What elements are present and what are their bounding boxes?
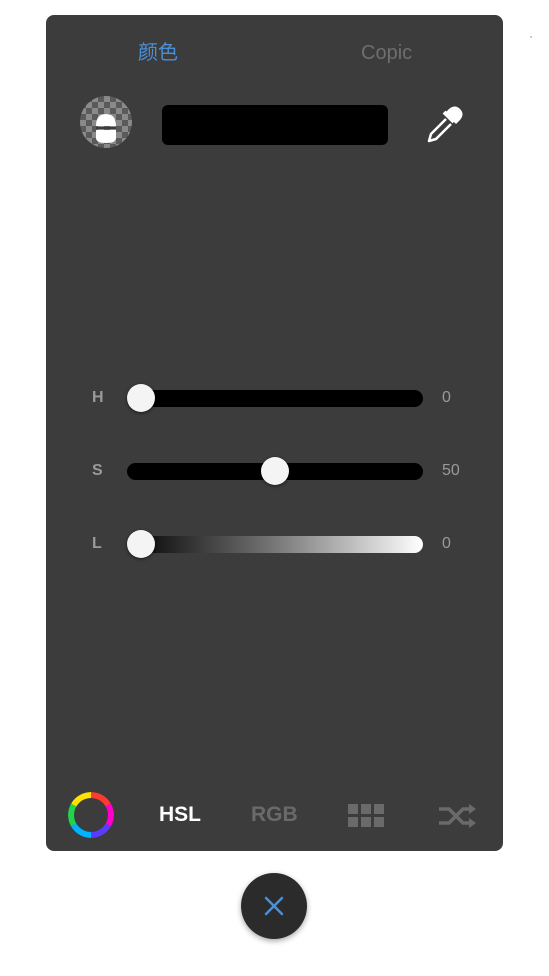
lightness-knob[interactable] — [127, 530, 155, 558]
layer-transparency-icon — [96, 114, 116, 143]
slider-label-s: S — [92, 462, 103, 479]
hue-knob[interactable] — [127, 384, 155, 412]
hue-track[interactable] — [127, 390, 423, 407]
shuffle-icon[interactable] — [437, 801, 477, 831]
layer-transparency-button[interactable] — [80, 96, 132, 148]
slider-saturation: S 50 — [46, 456, 503, 486]
color-picker-panel: 颜色 Copic H 0 S 50 L 0 HSL RGB — [46, 15, 503, 851]
slider-label-l: L — [92, 535, 102, 552]
tab-color[interactable]: 颜色 — [138, 41, 178, 65]
saturation-value: 50 — [442, 462, 460, 479]
lightness-value: 0 — [442, 535, 451, 552]
current-color-swatch[interactable] — [162, 105, 388, 145]
palette-grid-icon[interactable] — [348, 804, 384, 828]
saturation-knob[interactable] — [261, 457, 289, 485]
stray-dot — [530, 36, 532, 38]
color-wheel-icon[interactable] — [68, 792, 114, 838]
close-icon — [264, 896, 284, 916]
close-button[interactable] — [241, 873, 307, 939]
eyedropper-icon[interactable] — [422, 103, 466, 147]
lightness-track[interactable] — [127, 536, 423, 553]
mode-hsl[interactable]: HSL — [159, 803, 201, 827]
tab-copic[interactable]: Copic — [361, 41, 412, 65]
slider-hue: H 0 — [46, 383, 503, 413]
mode-bar: HSL RGB — [46, 787, 503, 841]
mode-rgb[interactable]: RGB — [251, 803, 298, 827]
slider-label-h: H — [92, 389, 104, 406]
slider-lightness: L 0 — [46, 529, 503, 559]
hue-value: 0 — [442, 389, 451, 406]
